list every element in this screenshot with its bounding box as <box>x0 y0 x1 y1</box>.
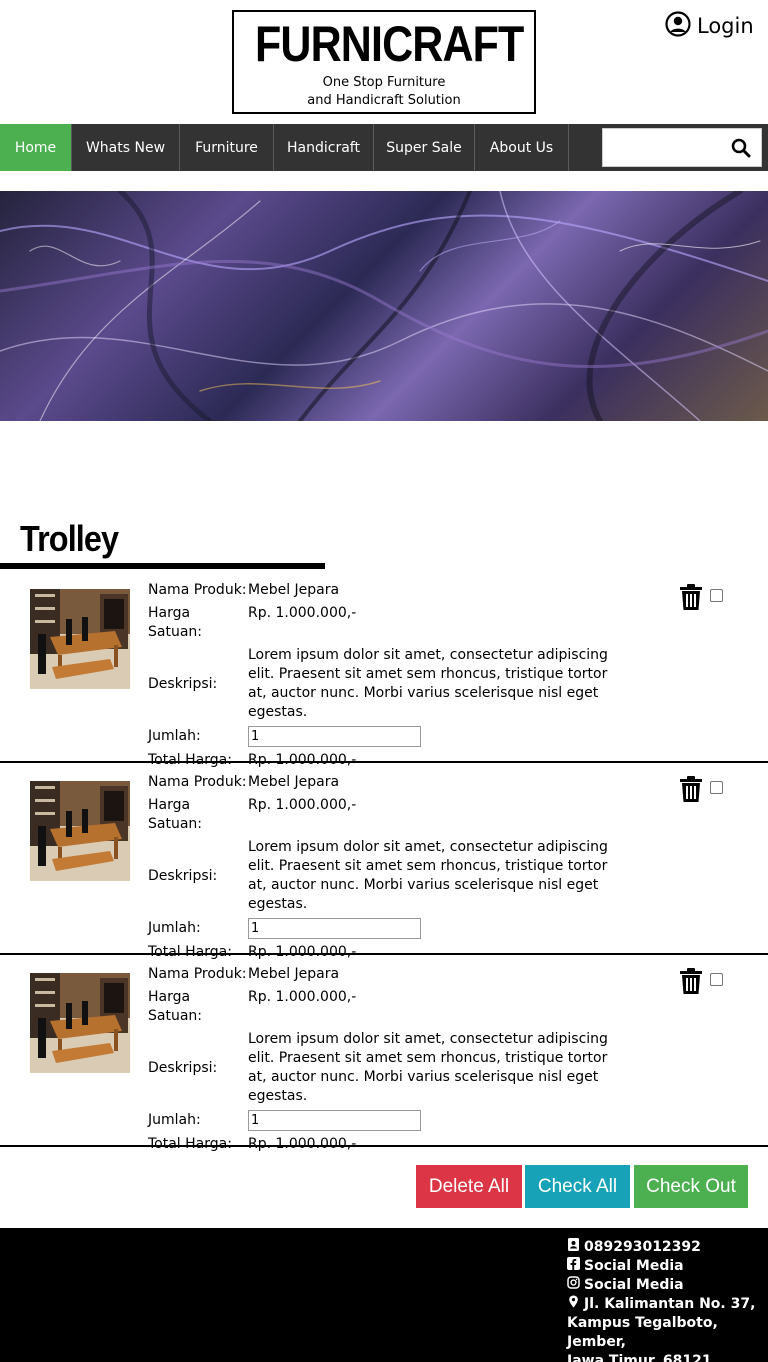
quantity-label: Jumlah: <box>148 728 201 744</box>
logo-title: FURNICRAFT <box>255 16 524 72</box>
product-price: Rp. 1.000.000,- <box>248 797 357 813</box>
facebook-icon <box>567 1257 580 1276</box>
login-button[interactable]: Login <box>665 11 754 41</box>
name-label: Nama Produk: <box>148 774 247 790</box>
nav-item-about-us[interactable]: About Us <box>475 124 569 171</box>
product-image[interactable] <box>30 781 130 881</box>
footer-address-line-1: Jl. Kalimantan No. 37, <box>584 1296 756 1312</box>
item-checkbox[interactable] <box>710 973 723 986</box>
product-name: Mebel Jepara <box>248 966 340 982</box>
name-label: Nama Produk: <box>148 582 247 598</box>
product-description: Lorem ipsum dolor sit amet, consectetur … <box>248 839 608 912</box>
footer-contact: 089293012392 Social Media Social Media J… <box>567 1238 768 1362</box>
product-name: Mebel Jepara <box>248 774 340 790</box>
nav-item-furniture[interactable]: Furniture <box>180 124 274 171</box>
search-icon[interactable] <box>731 138 751 158</box>
trash-icon[interactable] <box>678 967 704 995</box>
user-circle-icon <box>665 11 691 41</box>
price-label: Harga Satuan: <box>148 797 202 832</box>
cart-item: Nama Produk: Mebel Jepara Harga Satuan: … <box>0 955 768 1152</box>
product-description: Lorem ipsum dolor sit amet, consectetur … <box>248 1031 608 1104</box>
map-marker-icon <box>567 1295 580 1314</box>
footer-address-line-3: Jawa Timur, 68121, Indonesia <box>567 1353 717 1362</box>
product-image[interactable] <box>30 973 130 1073</box>
cart-item: Nama Produk: Mebel Jepara Harga Satuan: … <box>0 763 768 960</box>
total-price: Rp. 1.000.000,- <box>248 1136 357 1152</box>
product-image[interactable] <box>30 589 130 689</box>
product-details: Nama Produk: Mebel Jepara Harga Satuan: … <box>148 581 628 774</box>
quantity-label: Jumlah: <box>148 920 201 936</box>
nav-item-handicraft[interactable]: Handicraft <box>274 124 374 171</box>
footer-instagram[interactable]: Social Media <box>584 1276 684 1295</box>
cart-item: Nama Produk: Mebel Jepara Harga Satuan: … <box>0 571 768 768</box>
logo-subtitle-line-2: and Handicraft Solution <box>307 93 461 108</box>
search-box <box>602 128 762 167</box>
product-price: Rp. 1.000.000,- <box>248 605 357 621</box>
product-description: Lorem ipsum dolor sit amet, consectetur … <box>248 647 608 720</box>
trash-icon[interactable] <box>678 775 704 803</box>
product-details: Nama Produk: Mebel Jepara Harga Satuan: … <box>148 773 628 966</box>
product-price: Rp. 1.000.000,- <box>248 989 357 1005</box>
footer-facebook[interactable]: Social Media <box>584 1257 684 1276</box>
delete-all-button[interactable]: Delete All <box>416 1165 522 1208</box>
search-input[interactable] <box>603 129 723 166</box>
item-checkbox[interactable] <box>710 781 723 794</box>
total-label: Total Harga: <box>148 1136 232 1152</box>
logo-subtitle-line-1: One Stop Furniture <box>322 75 446 90</box>
check-out-button[interactable]: Check Out <box>634 1165 748 1208</box>
nav-item-super-sale[interactable]: Super Sale <box>374 124 475 171</box>
description-label: Deskripsi: <box>148 675 218 692</box>
description-label: Deskripsi: <box>148 1059 218 1076</box>
quantity-input[interactable] <box>248 918 421 939</box>
instagram-icon <box>567 1276 580 1295</box>
logo-subtitle: One Stop Furniture and Handicraft Soluti… <box>234 74 534 110</box>
hero-banner <box>0 191 768 421</box>
quantity-input[interactable] <box>248 1110 421 1131</box>
item-checkbox[interactable] <box>710 589 723 602</box>
footer-address-line-2: Kampus Tegalboto, Jember, <box>567 1315 718 1350</box>
title-underline <box>0 563 325 569</box>
footer-phone[interactable]: 089293012392 <box>584 1238 701 1257</box>
name-label: Nama Produk: <box>148 966 247 982</box>
main-nav: Home Whats New Furniture Handicraft Supe… <box>0 124 768 171</box>
description-label: Deskripsi: <box>148 867 218 884</box>
contact-book-icon <box>567 1238 580 1257</box>
quantity-input[interactable] <box>248 726 421 747</box>
page-title: Trolley <box>20 518 119 559</box>
login-label: Login <box>697 14 754 38</box>
quantity-label: Jumlah: <box>148 1112 201 1128</box>
nav-item-home[interactable]: Home <box>0 124 72 171</box>
check-all-button[interactable]: Check All <box>525 1165 630 1208</box>
site-logo[interactable]: FURNICRAFT One Stop Furniture and Handic… <box>232 10 536 114</box>
price-label: Harga Satuan: <box>148 989 202 1024</box>
price-label: Harga Satuan: <box>148 605 202 640</box>
product-details: Nama Produk: Mebel Jepara Harga Satuan: … <box>148 965 628 1158</box>
footer: 089293012392 Social Media Social Media J… <box>0 1228 768 1362</box>
trash-icon[interactable] <box>678 583 704 611</box>
product-name: Mebel Jepara <box>248 582 340 598</box>
nav-item-whats-new[interactable]: Whats New <box>72 124 180 171</box>
